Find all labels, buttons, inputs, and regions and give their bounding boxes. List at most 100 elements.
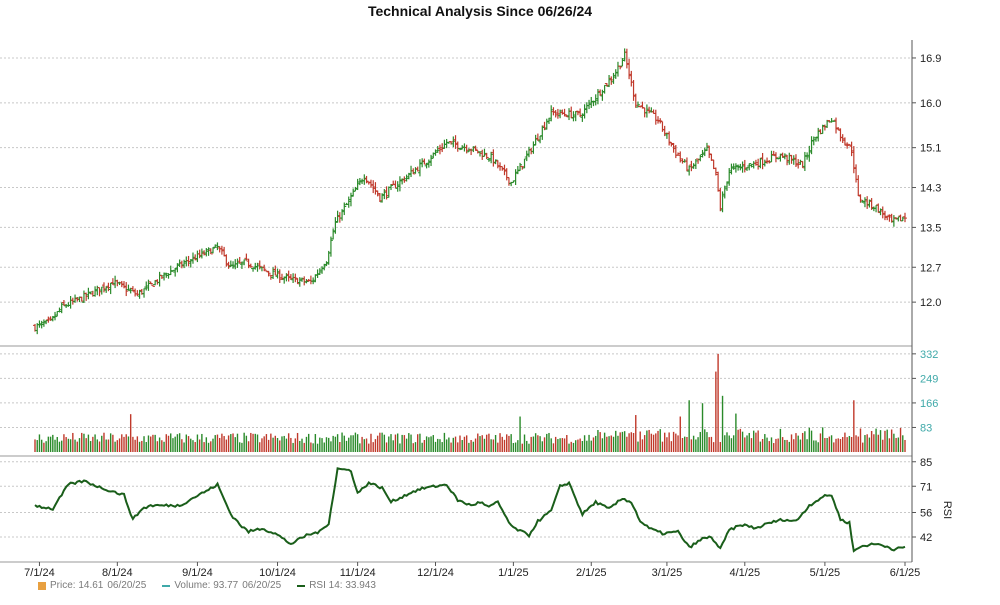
volume-bar <box>652 434 655 452</box>
volume-bar <box>227 435 230 452</box>
volume-bar <box>563 438 566 452</box>
volume-bar <box>379 432 381 452</box>
volume-bar <box>795 433 797 452</box>
volume-bar <box>428 437 430 452</box>
volume-bar <box>381 432 383 452</box>
volume-bar <box>548 432 550 452</box>
ohlc-bar <box>99 286 104 295</box>
volume-bar <box>332 435 334 452</box>
legend-item-rsi: RSI 14: 33.943 <box>297 580 376 591</box>
legend-date-price: 06/20/25 <box>107 580 147 591</box>
price-tick-label: 12.7 <box>920 262 941 274</box>
ohlc-bar <box>569 106 574 119</box>
volume-bar <box>750 438 753 452</box>
chart-root: Technical Analysis Since 06/26/24 12.0 12… <box>0 0 1000 600</box>
ohlc-bar <box>480 149 485 160</box>
volume-bar <box>813 440 815 452</box>
volume-bar <box>710 436 713 452</box>
volume-bar <box>212 438 214 452</box>
volume-bar <box>194 442 196 452</box>
ohlc-bar <box>79 296 84 302</box>
volume-bar <box>888 438 891 452</box>
volume-bar <box>835 438 837 452</box>
volume-bar <box>870 430 873 452</box>
volume-bar <box>579 438 581 452</box>
volume-bar <box>392 440 394 452</box>
legend: Price: 14.61 06/20/25 Volume: 93.77 06/2… <box>38 580 376 591</box>
volume-bar <box>559 438 561 452</box>
legend-swatch-price <box>38 581 46 590</box>
volume-bar <box>181 439 183 452</box>
volume-bar <box>552 443 555 452</box>
volume-bar <box>735 413 737 452</box>
volume-bar <box>659 429 661 452</box>
volume-bar <box>138 441 141 452</box>
ohlc-bar <box>903 212 907 223</box>
volume-bar <box>56 436 58 452</box>
ohlc-bar <box>397 176 402 192</box>
price-tick-label: 14.3 <box>920 183 941 195</box>
volume-bar <box>717 353 719 452</box>
volume-bar <box>621 431 624 452</box>
volume-bar <box>339 442 341 452</box>
volume-bar <box>619 432 621 452</box>
volume-bar <box>546 433 548 452</box>
volume-bar <box>668 432 670 452</box>
volume-bar <box>641 439 644 452</box>
x-tick-label: 11/1/24 <box>340 567 376 579</box>
ohlc-bar <box>758 157 763 169</box>
volume-bar <box>236 433 239 452</box>
volume-bar <box>670 441 673 452</box>
volume-bar <box>310 442 312 452</box>
volume-bar <box>185 434 188 452</box>
volume-bar <box>163 441 165 452</box>
ohlc-bar <box>667 131 672 146</box>
volume-bar <box>677 435 679 452</box>
volume-bar <box>848 435 851 452</box>
volume-bar <box>739 428 742 452</box>
volume-bar <box>434 441 437 452</box>
technical-analysis-chart: Technical Analysis Since 06/26/24 12.012… <box>0 3 953 579</box>
ohlc-bar <box>851 146 856 174</box>
ohlc-bar <box>615 61 620 77</box>
ohlc-bar <box>673 144 678 159</box>
volume-bar <box>577 439 579 452</box>
ohlc-bar <box>311 277 316 285</box>
legend-swatch-rsi <box>297 584 306 587</box>
volume-bar <box>899 427 902 452</box>
volume-bar <box>272 437 274 452</box>
ohlc-bar <box>153 280 158 286</box>
volume-bar <box>766 437 768 452</box>
volume-bar <box>372 442 374 452</box>
volume-bar <box>494 434 497 452</box>
volume-bar <box>247 441 250 452</box>
volume-bar <box>719 442 722 452</box>
legend-label-price: Price: 14.61 <box>50 580 104 591</box>
volume-bar <box>873 434 875 452</box>
volume-bar <box>454 436 457 452</box>
volume-bar <box>506 434 508 452</box>
volume-bar <box>296 432 299 452</box>
volume-bar <box>36 440 38 452</box>
volume-bar <box>365 438 368 452</box>
volume-bar <box>830 435 833 452</box>
volume-bar <box>203 442 205 452</box>
ohlc-bar <box>104 286 109 293</box>
volume-bar <box>853 400 855 452</box>
volume-bar <box>630 432 633 452</box>
x-tick-label: 12/1/24 <box>417 567 454 579</box>
volume-bar <box>637 441 639 452</box>
volume-bar <box>846 437 848 452</box>
volume-bar <box>643 435 646 452</box>
volume-bar <box>615 430 617 452</box>
volume-bar <box>134 439 136 452</box>
ohlc-bar <box>206 247 211 256</box>
volume-bar <box>158 437 161 452</box>
ohlc-bar <box>560 109 565 115</box>
volume-bar <box>187 436 190 452</box>
ohlc-bar <box>551 107 556 116</box>
ohlc-bar <box>727 168 732 186</box>
volume-bar <box>532 436 535 452</box>
ohlc-bar <box>53 311 58 321</box>
volume-bar <box>646 430 648 452</box>
